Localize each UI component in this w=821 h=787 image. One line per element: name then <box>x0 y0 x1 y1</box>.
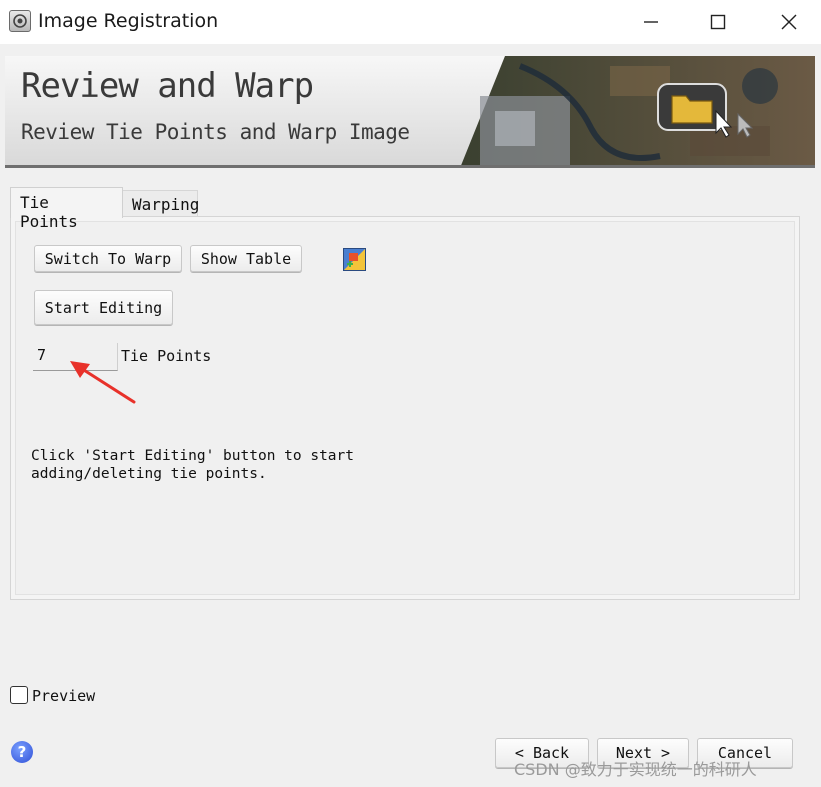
title-bar: Image Registration <box>0 0 821 44</box>
banner-subtitle: Review Tie Points and Warp Image <box>21 120 410 144</box>
satellite-image-icon <box>461 56 815 165</box>
app-icon <box>9 10 31 32</box>
watermark-text: CSDN @致力于实现统一的科研人 <box>514 760 757 779</box>
minimize-icon <box>644 21 658 23</box>
minimize-button[interactable] <box>620 0 682 44</box>
wizard-banner: Review and Warp Review Tie Points and Wa… <box>5 56 815 168</box>
tie-point-display-icon[interactable] <box>343 248 366 271</box>
help-text-line-2: adding/deleting tie points. <box>31 466 267 482</box>
tab-tie-points[interactable]: Tie Points <box>10 187 123 231</box>
close-icon <box>781 14 797 30</box>
preview-label: Preview <box>32 687 96 705</box>
preview-checkbox[interactable] <box>10 686 28 704</box>
start-editing-button[interactable]: Start Editing <box>34 290 173 325</box>
show-table-button[interactable]: Show Table <box>190 245 302 272</box>
banner-title: Review and Warp <box>21 66 314 106</box>
help-icon[interactable]: ? <box>11 741 33 763</box>
help-text-line-1: Click 'Start Editing' button to start <box>31 448 355 464</box>
annotation-arrow-icon <box>70 361 136 404</box>
help-text: Click 'Start Editing' button to start ad… <box>31 447 451 483</box>
window-title: Image Registration <box>38 10 219 32</box>
maximize-icon <box>710 14 726 30</box>
tab-warping[interactable]: Warping <box>122 190 199 217</box>
maximize-button[interactable] <box>687 0 749 44</box>
switch-to-warp-button[interactable]: Switch To Warp <box>34 245 182 272</box>
close-button[interactable] <box>758 0 820 44</box>
